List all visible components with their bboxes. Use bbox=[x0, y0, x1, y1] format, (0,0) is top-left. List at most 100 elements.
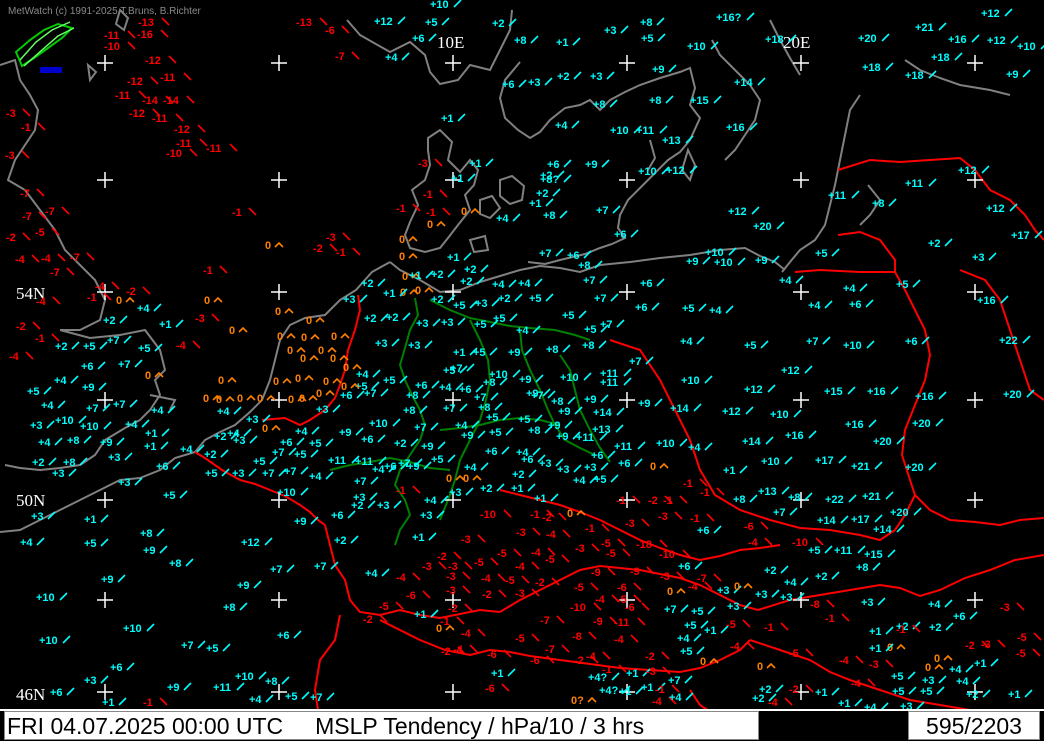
tendency-value: +16 bbox=[977, 295, 996, 307]
tendency-value: +5 bbox=[682, 303, 695, 315]
tendency-value: +6 bbox=[849, 299, 862, 311]
tendency-value: +1 bbox=[626, 668, 639, 680]
tendency-value: +1 bbox=[641, 682, 654, 694]
tendency-value: +3 bbox=[717, 585, 730, 597]
tendency-value: +5 bbox=[205, 468, 218, 480]
tendency-value: +14 bbox=[873, 524, 893, 536]
tendency-value: +8 bbox=[593, 99, 606, 111]
tendency-value: 0 bbox=[343, 362, 349, 374]
tendency-value: +11 bbox=[213, 682, 231, 694]
tendency-value: +7 bbox=[181, 640, 194, 652]
tendency-value: +4 bbox=[385, 52, 398, 64]
tendency-value: +9 bbox=[686, 256, 699, 268]
tendency-value: +3 bbox=[377, 500, 390, 512]
tendency-value: +5 bbox=[815, 248, 828, 260]
tendency-value: -1 bbox=[35, 333, 45, 345]
tendency-value: 0 bbox=[330, 353, 336, 365]
tendency-value: -9 bbox=[630, 566, 640, 578]
status-panel-main: FRI 04.07.2025 00:00 UTC MSLP Tendency /… bbox=[4, 711, 759, 740]
tendency-value: +8 bbox=[640, 17, 653, 29]
tendency-value: -5 bbox=[35, 227, 45, 239]
tendency-value: +14 bbox=[742, 436, 762, 448]
tendency-value: -4 bbox=[15, 254, 26, 266]
tendency-value: 0 bbox=[316, 388, 322, 400]
tendency-value: +10 bbox=[770, 409, 789, 421]
tendency-value: -2 bbox=[313, 243, 323, 255]
logo-base bbox=[40, 67, 62, 73]
tendency-value: +3 bbox=[31, 511, 44, 523]
tendency-value: +18 bbox=[931, 52, 950, 64]
tendency-value: +6 bbox=[618, 458, 631, 470]
tendency-value: +10 bbox=[36, 592, 55, 604]
tendency-value: +4 bbox=[137, 303, 150, 315]
tendency-value: +4 bbox=[180, 444, 193, 456]
tendency-value: 0 bbox=[295, 373, 301, 385]
tendency-value: -6 bbox=[406, 590, 416, 602]
tendency-value: +2 bbox=[334, 535, 347, 547]
tendency-value: 0 bbox=[203, 393, 209, 405]
tendency-value: +7 bbox=[262, 468, 275, 480]
tendency-value: +1 bbox=[556, 37, 569, 49]
tendency-value: +5 bbox=[920, 686, 933, 698]
tendency-value: +4 bbox=[38, 437, 51, 449]
tendency-value: -7 bbox=[50, 267, 60, 279]
tendency-value: -18 bbox=[636, 539, 652, 551]
tendency-value: +15 bbox=[690, 95, 709, 107]
tendency-value: -1 bbox=[396, 485, 406, 497]
tendency-value: +1 bbox=[491, 668, 504, 680]
tendency-value: +10 bbox=[369, 418, 388, 430]
tendency-value: +9 bbox=[755, 255, 768, 267]
tendency-value: +6 bbox=[331, 510, 344, 522]
tendency-value: +1 bbox=[1008, 689, 1021, 701]
tendency-value: +14 bbox=[670, 403, 690, 415]
tendency-value: -11 bbox=[614, 617, 629, 629]
tendency-value: -1 bbox=[690, 513, 700, 525]
tendency-value: -4 bbox=[396, 572, 407, 584]
tendency-value: +6 bbox=[521, 454, 534, 466]
tendency-value: +20 bbox=[753, 221, 772, 233]
tendency-value: +3 bbox=[343, 294, 356, 306]
tendency-value: +4 bbox=[808, 300, 821, 312]
tendency-value: +14 bbox=[593, 407, 613, 419]
tendency-value: +9 bbox=[1006, 69, 1019, 81]
tendency-value: +2 bbox=[492, 18, 505, 30]
tendency-value: +4 bbox=[680, 336, 693, 348]
tendency-value: -1 bbox=[21, 122, 31, 134]
tendency-value: +5 bbox=[473, 347, 486, 359]
tendency-value: +2 bbox=[103, 315, 116, 327]
tendency-value: -10 bbox=[104, 41, 120, 53]
tendency-value: +5 bbox=[294, 449, 307, 461]
tendency-value: 0 bbox=[287, 345, 293, 357]
tendency-value: +5 bbox=[474, 319, 487, 331]
tendency-value: +7 bbox=[113, 399, 126, 411]
tendency-value: 0 bbox=[700, 656, 706, 668]
tendency-value: 0 bbox=[415, 285, 421, 297]
valid-time: FRI 04.07.2025 00:00 UTC bbox=[7, 713, 284, 739]
tendency-value: +4 bbox=[555, 120, 568, 132]
tendency-value: +6 bbox=[697, 525, 710, 537]
tendency-value: +12 bbox=[666, 165, 685, 177]
tendency-value: +4 bbox=[41, 400, 54, 412]
tendency-value: +2 bbox=[557, 71, 570, 83]
tendency-value: +3 bbox=[52, 468, 65, 480]
tendency-value: +8 bbox=[856, 562, 869, 574]
tendency-value: -7 bbox=[545, 644, 555, 656]
tendency-value: +2 bbox=[394, 438, 407, 450]
tendency-value: +1 bbox=[447, 252, 460, 264]
tendency-value: +12 bbox=[374, 16, 393, 28]
tendency-value: +18 bbox=[905, 70, 924, 82]
tendency-value: +5 bbox=[680, 646, 693, 658]
tendency-value: -14 bbox=[142, 95, 159, 107]
grid-label-46n: 46N bbox=[16, 685, 45, 704]
tendency-value: +1 bbox=[529, 198, 542, 210]
tendency-value: -5 bbox=[497, 548, 507, 560]
tendency-value: +16 bbox=[785, 430, 804, 442]
tendency-value: +11 bbox=[355, 456, 373, 468]
tendency-value: +6 bbox=[81, 361, 94, 373]
tendency-value: +2 bbox=[364, 313, 377, 325]
tendency-value: +4 bbox=[20, 537, 33, 549]
tendency-value: +6 bbox=[905, 336, 918, 348]
tendency-value: -4 bbox=[688, 581, 699, 593]
tendency-value: +3 bbox=[972, 252, 985, 264]
tendency-value: +11 bbox=[834, 545, 852, 557]
